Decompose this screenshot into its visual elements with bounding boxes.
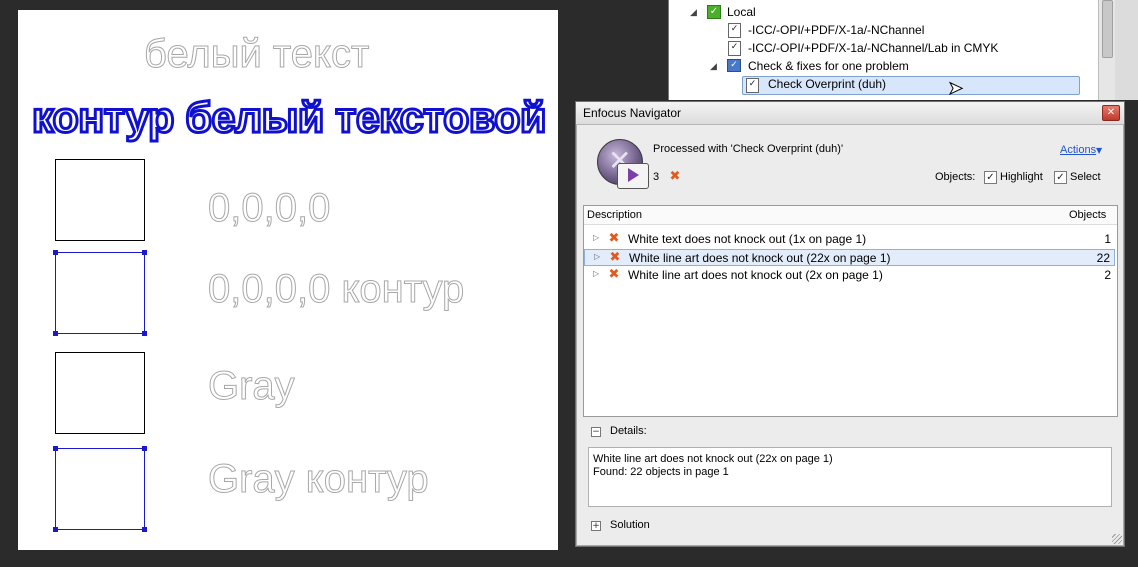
details-box: White line art does not knock out (22x o… [588,447,1112,507]
details-description: White line art does not knock out (22x o… [593,453,833,465]
processed-with-text: Processed with 'Check Overprint (duh)' [653,143,844,155]
selection-handle[interactable] [142,250,147,255]
expand-icon[interactable]: + [591,521,601,531]
window-titlebar[interactable]: Enfocus Navigator ✕ [576,102,1124,125]
error-icon: ✖ [608,267,620,282]
pdf-page: белый текст контур белый текстовой 0,0,0… [18,10,558,550]
result-object-count: 1 [1104,232,1111,246]
expand-arrow-icon[interactable]: ▷ [593,269,599,278]
panel-gutter [1115,0,1138,100]
collapse-icon[interactable]: − [591,427,601,437]
details-found: Found: 22 objects in page 1 [593,466,729,478]
label-cmyk-zero[interactable]: 0,0,0,0 [207,186,330,231]
label-cmyk-zero-outline[interactable]: 0,0,0,0 контур [207,267,464,312]
selection-handle[interactable] [53,331,58,336]
selection-handle[interactable] [53,446,58,451]
tree-item-profile-1[interactable]: -ICC/-OPI/+PDF/X-1a/-NChannel [748,23,924,37]
profile-icon: ✓ [746,78,759,93]
result-row[interactable]: ▷ ✖ White line art does not knock out (2… [584,267,1115,284]
outlined-white-text[interactable]: контур белый текстовой [31,93,548,144]
result-description: White text does not knock out (1x on pag… [628,232,867,246]
expand-arrow-icon[interactable]: ▷ [593,233,599,242]
selection-handle[interactable] [53,527,58,532]
close-icon[interactable]: ✕ [1102,105,1120,121]
window-title: Enfocus Navigator [583,106,682,120]
square-4-selected[interactable] [53,446,147,532]
column-objects[interactable]: Objects [1069,209,1106,221]
error-icon: ✖ [608,231,620,246]
square-2-selected[interactable] [53,250,147,336]
folder-icon: ✓ [727,59,741,72]
collapse-arrow-icon[interactable]: ◢ [710,62,717,72]
label-gray[interactable]: Gray [208,364,296,409]
results-list[interactable]: Description Objects ▷ ✖ White text does … [583,205,1118,417]
result-row[interactable]: ▷ ✖ White text does not knock out (1x on… [584,231,1115,248]
highlight-label[interactable]: Highlight [1000,171,1043,183]
result-row-selected[interactable]: ▷ ✖ White line art does not knock out (2… [584,249,1115,266]
chevron-down-icon[interactable]: ▼ [1096,146,1102,155]
tree-item-check-fixes[interactable]: Check & fixes for one problem [748,59,909,73]
select-checkbox[interactable]: ✓ [1054,171,1067,184]
white-text-heading[interactable]: белый текст [143,32,369,77]
highlight-checkbox[interactable]: ✓ [984,171,997,184]
selection-handle[interactable] [142,527,147,532]
scrollbar-thumb[interactable] [1102,0,1113,58]
solution-label[interactable]: Solution [610,519,650,531]
result-object-count: 22 [1096,251,1110,265]
collapse-arrow-icon[interactable]: ◢ [690,8,697,18]
tree-item-check-overprint-label: Check Overprint (duh) [768,77,887,91]
result-description: White line art does not knock out (22x o… [629,251,891,265]
tree-item-local[interactable]: Local [727,5,756,19]
tree-item-profile-2[interactable]: -ICC/-OPI/+PDF/X-1a/-NChannel/Lab in CMY… [748,41,998,55]
result-description: White line art does not knock out (2x on… [628,268,883,282]
square-1[interactable] [55,159,145,241]
enfocus-navigator-window: Enfocus Navigator ✕ ✕ Processed with 'Ch… [575,101,1125,547]
selection-handle[interactable] [142,446,147,451]
selection-handle[interactable] [142,331,147,336]
checkmark-icon: ✓ [707,5,721,19]
mouse-cursor-icon: ➤ [947,78,964,100]
objects-label: Objects: [935,171,976,183]
details-label[interactable]: Details: [610,425,647,437]
actions-menu[interactable]: Actions [1060,144,1096,156]
expand-arrow-icon[interactable]: ▷ [594,252,600,261]
profile-icon: ✓ [728,23,741,38]
problem-count: 3 [653,171,660,183]
profile-icon: ✓ [728,41,741,56]
column-description[interactable]: Description [587,209,642,221]
result-object-count: 2 [1104,268,1111,282]
tree-scrollbar[interactable] [1098,0,1115,100]
square-3[interactable] [55,352,145,434]
selection-handle[interactable] [53,250,58,255]
results-header: Description Objects [584,206,1117,225]
play-icon [617,163,649,189]
select-label[interactable]: Select [1070,171,1101,183]
error-icon: ✖ [669,169,681,184]
label-gray-outline[interactable]: Gray контур [208,457,430,502]
resize-grip-icon[interactable] [1112,534,1122,544]
error-icon: ✖ [609,250,621,265]
